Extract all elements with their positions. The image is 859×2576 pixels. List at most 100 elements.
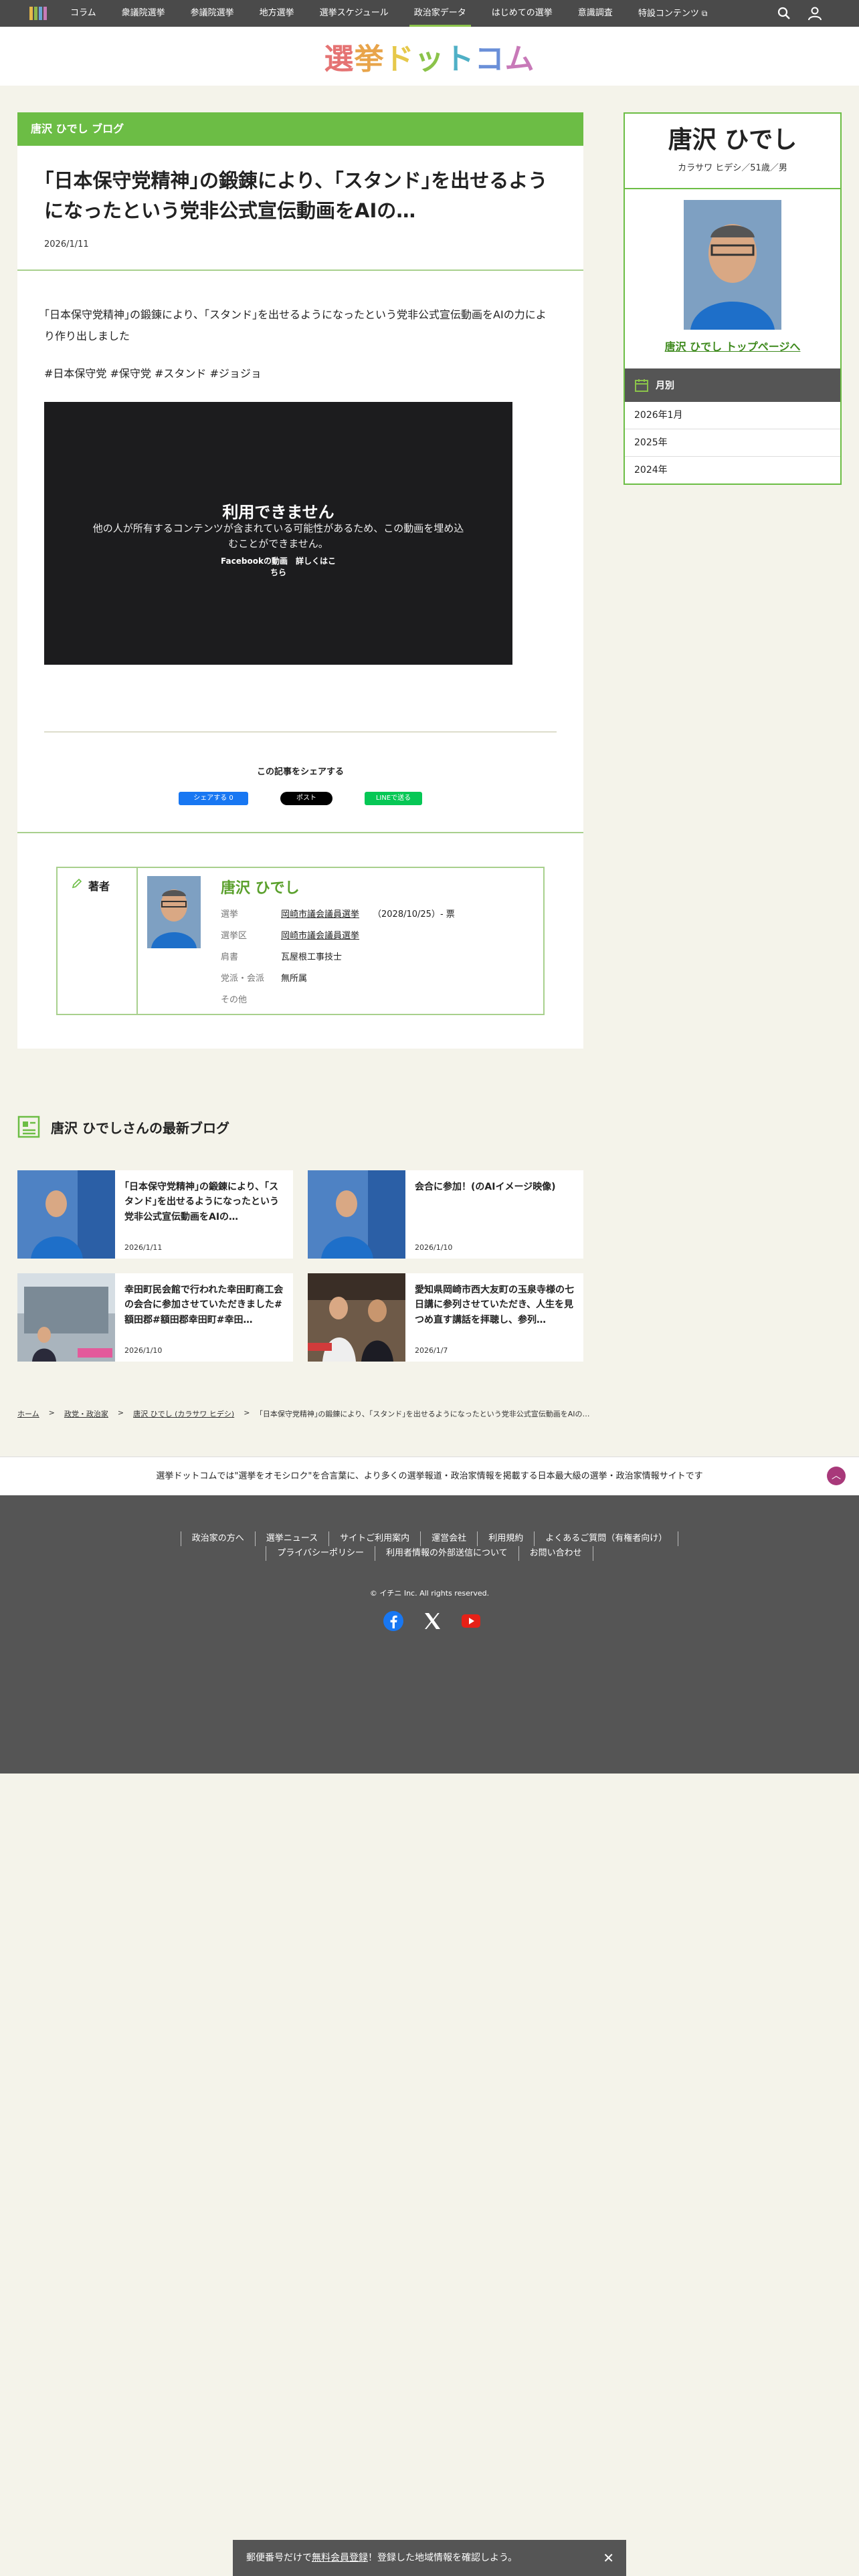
- nav-item-politician-data[interactable]: 政治家データ: [401, 0, 479, 27]
- nav-item-councillors-election[interactable]: 参議院選挙: [178, 0, 247, 27]
- article-main: 唐沢 ひでし ブログ ｢日本保守党精神｣の鍛錬により、｢スタンド｣を出せるように…: [17, 112, 583, 1049]
- footer-links: 政治家の方へ 選挙ニュース サイトご利用案内 運営会社 利用規約 よくあるご質問（有権者向…: [0, 1531, 859, 1561]
- author-row-election: 選挙 岡崎市議会議員選挙 （2028/10/25）- 票: [221, 904, 543, 926]
- footer-link[interactable]: 利用者情報の外部送信について: [375, 1546, 518, 1561]
- menu-grid-icon[interactable]: [29, 7, 47, 20]
- sidebar-top-page-link[interactable]: 唐沢 ひでし トップページへ: [625, 338, 840, 354]
- author-label-text: 著者: [88, 879, 110, 893]
- blog-card-thumbnail: [17, 1273, 115, 1362]
- archive-item[interactable]: 2024年: [625, 457, 840, 484]
- sidebar-archive-head: 月別: [625, 368, 840, 402]
- nav-item-special-content[interactable]: 特設コンテンツ ⧉: [626, 0, 721, 27]
- sidebar-photo-area: 唐沢 ひでし トップページへ: [625, 188, 840, 354]
- blog-card-title: 愛知県岡崎市西大友町の玉泉寺様の七日講に参列させていただき、人生を見つめ直す講話…: [415, 1285, 574, 1325]
- footer-link[interactable]: 政治家の方へ: [180, 1531, 255, 1546]
- sidebar-profile-head: 唐沢 ひでし カラサワ ヒデシ／51歳／男: [625, 114, 840, 188]
- archive-item[interactable]: 2025年: [625, 429, 840, 457]
- youtube-icon[interactable]: [460, 1610, 482, 1632]
- facebook-icon[interactable]: [383, 1610, 404, 1632]
- copyright: © イチニ Inc. All rights reserved.: [369, 1589, 490, 1598]
- blog-card-thumbnail: [17, 1170, 115, 1259]
- blog-card-date: 2026/1/10: [415, 1243, 453, 1252]
- footer-link[interactable]: よくあるご質問（有権者向け）: [534, 1531, 679, 1546]
- video-unavailable-title: 利用できません: [222, 502, 335, 522]
- author-photo[interactable]: [147, 875, 201, 948]
- article-title-block: ｢日本保守党精神｣の鍛錬により、｢スタンド｣を出せるようになったという党非公式宣…: [17, 146, 583, 271]
- sidebar-archive-list: 2026年1月 2025年 2024年: [625, 402, 840, 484]
- sidebar-photo[interactable]: [684, 200, 781, 330]
- share-title: この記事をシェアする: [256, 766, 344, 777]
- blog-card[interactable]: 会合に参加！(のAIイメージ映像) 2026/1/10: [308, 1170, 583, 1259]
- calendar-icon: [635, 379, 648, 392]
- user-icon[interactable]: [807, 5, 823, 21]
- footer-link[interactable]: プライバシーポリシー: [266, 1546, 375, 1561]
- site-footer: 政治家の方へ 選挙ニュース サイトご利用案内 運営会社 利用規約 よくあるご質問（有権者向…: [0, 1495, 859, 1774]
- breadcrumb: ホーム > 政党・政治家 > 唐沢 ひでし (カラサワ ヒデシ) > ｢日本保守党精神…: [17, 1408, 590, 1419]
- author-election-link[interactable]: 岡崎市議会議員選挙: [281, 904, 359, 926]
- x-post-button[interactable]: ポスト: [280, 791, 332, 805]
- search-icon[interactable]: [776, 5, 792, 21]
- video-unavailable-desc: 他の人が所有するコンテンツが含まれている可能性があるため、この動画を埋め込むこと…: [92, 522, 464, 550]
- social-links: [383, 1610, 482, 1632]
- article-date: 2026/1/11: [44, 239, 89, 249]
- nav-item-column[interactable]: コラム: [58, 0, 109, 27]
- nav-item-house-election[interactable]: 衆議院選挙: [109, 0, 178, 27]
- line-share-button[interactable]: LINEで送る: [365, 791, 422, 805]
- pencil-icon: [72, 878, 82, 888]
- author-info: 唐沢 ひでし 選挙 岡崎市議会議員選挙 （2028/10/25）- 票 選挙区 岡崎市…: [201, 868, 543, 1014]
- x-icon[interactable]: [421, 1610, 443, 1632]
- blog-card-date: 2026/1/7: [415, 1346, 448, 1355]
- facebook-share-button[interactable]: シェアする 0: [179, 791, 248, 805]
- footer-tagline: 選挙ドットコムでは"選挙をオモシロク"を合言葉に、より多くの選挙報道・政治家情報…: [0, 1457, 859, 1495]
- blog-card-title: 幸田町民会館で行われた幸田町商工会の会合に参加させていただきました#額田郡#額田…: [124, 1285, 284, 1325]
- author-row-party: 党派・会派 無所属: [221, 973, 308, 984]
- author-row-other: その他: [221, 994, 248, 1005]
- blog-card-date: 2026/1/10: [124, 1346, 163, 1355]
- site-logo[interactable]: 選挙ドットコム: [324, 35, 535, 78]
- share-section: この記事をシェアする シェアする 0 ポスト LINEで送る: [44, 731, 557, 832]
- blog-card-title: ｢日本保守党精神｣の鍛錬により、｢スタンド｣を出せるようになったという党非公式宣…: [124, 1182, 279, 1222]
- author-district-link[interactable]: 岡崎市議会議員選挙: [281, 926, 359, 947]
- footer-link[interactable]: 利用規約: [477, 1531, 534, 1546]
- blog-card-title: 会合に参加！(のAIイメージ映像): [415, 1182, 556, 1192]
- video-embed[interactable]: 利用できません 他の人が所有するコンテンツが含まれている可能性があるため、この動…: [44, 401, 512, 665]
- archive-item[interactable]: 2026年1月: [625, 402, 840, 429]
- nav-item-special-label: 特設コンテンツ: [638, 9, 699, 19]
- footer-link[interactable]: 運営会社: [420, 1531, 477, 1546]
- breadcrumb-politician[interactable]: 唐沢 ひでし (カラサワ ヒデシ): [133, 1408, 234, 1419]
- footer-link[interactable]: サイトご利用案内: [328, 1531, 420, 1546]
- latest-blogs-head: 唐沢 ひでしさんの最新ブログ: [17, 1115, 583, 1138]
- close-icon[interactable]: ✕: [603, 2540, 614, 2576]
- nav-item-first-election[interactable]: はじめての選挙: [479, 0, 565, 27]
- archive-label: 月別: [656, 381, 674, 391]
- author-name[interactable]: 唐沢 ひでし: [221, 876, 543, 897]
- breadcrumb-separator: >: [117, 1408, 124, 1417]
- nav-item-local-election[interactable]: 地方選挙: [247, 0, 307, 27]
- registration-link[interactable]: 無料会員登録: [312, 2553, 368, 2563]
- blog-card[interactable]: ｢日本保守党精神｣の鍛錬により、｢スタンド｣を出せるようになったという党非公式宣…: [17, 1170, 293, 1259]
- blog-card[interactable]: 愛知県岡崎市西大友町の玉泉寺様の七日講に参列させていただき、人生を見つめ直す講話…: [308, 1273, 583, 1362]
- sidebar-kana: カラサワ ヒデシ／51歳／男: [678, 163, 787, 173]
- footer-link[interactable]: お問い合わせ: [518, 1546, 593, 1561]
- author-label: 著者: [58, 867, 138, 1014]
- nav-item-schedule[interactable]: 選挙スケジュール: [307, 0, 401, 27]
- top-navigation: コラム 衆議院選挙 参議院選挙 地方選挙 選挙スケジュール 政治家データ はじめ…: [0, 0, 859, 27]
- registration-text-pre: 郵便番号だけで: [246, 2553, 312, 2563]
- breadcrumb-separator: >: [48, 1408, 55, 1417]
- sidebar-profile: 唐沢 ひでし カラサワ ヒデシ／51歳／男 唐沢 ひでし トップページへ 月別 …: [624, 112, 842, 485]
- author-section: 著者 唐沢 ひでし 選挙 岡崎市議会議員選挙 （2028/10/25）- 票 選挙区…: [17, 831, 583, 1049]
- breadcrumb-home[interactable]: ホーム: [17, 1408, 39, 1419]
- blog-card[interactable]: 幸田町民会館で行われた幸田町商工会の会合に参加させていただきました#額田郡#額田…: [17, 1273, 293, 1362]
- breadcrumb-politicians[interactable]: 政党・政治家: [64, 1408, 108, 1419]
- back-to-top-button[interactable]: ︿: [827, 1467, 846, 1485]
- video-facebook-link[interactable]: Facebookの動画 詳しくはこちら: [218, 556, 339, 578]
- breadcrumb-separator: >: [244, 1408, 250, 1417]
- latest-blogs-title: 唐沢 ひでしさんの最新ブログ: [51, 1119, 229, 1136]
- footer-link[interactable]: 選挙ニュース: [254, 1531, 328, 1546]
- nav-item-survey[interactable]: 意識調査: [565, 0, 626, 27]
- site-header: 選挙ドットコム: [0, 27, 859, 86]
- article-tags: #日本保守党 #保守党 #スタンド #ジョジョ: [44, 366, 262, 380]
- blog-label[interactable]: 唐沢 ひでし ブログ: [17, 112, 583, 146]
- author-row-district: 選挙区 岡崎市議会議員選挙: [221, 926, 543, 947]
- registration-bar: 郵便番号だけで無料会員登録！登録した地域情報を確認しよう。 ✕: [233, 2540, 626, 2576]
